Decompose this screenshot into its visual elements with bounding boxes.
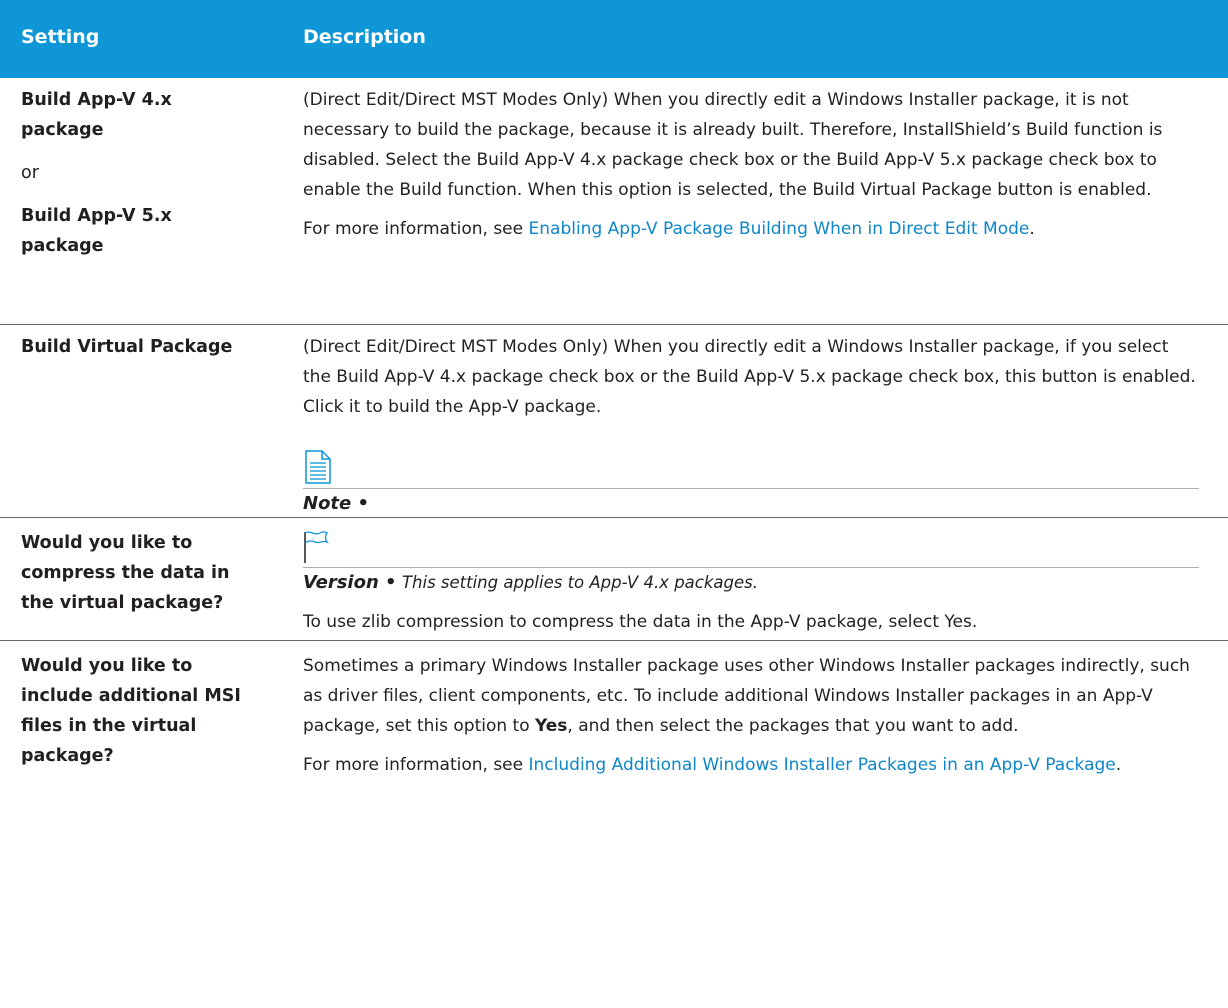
description-text: Sometimes a primary Windows Installer pa… <box>303 651 1199 741</box>
setting-name: Would you like to compress the data in t… <box>21 533 230 613</box>
setting-name: Build Virtual Package <box>21 337 233 357</box>
more-info-prefix: For more information, see <box>303 755 529 775</box>
description-text: (Direct Edit/Direct MST Modes Only) When… <box>303 90 1163 200</box>
setting-name: Build App-V 4.x package <box>21 90 172 140</box>
header-setting: Setting <box>21 26 100 48</box>
setting-name: Build App-V 5.x package <box>21 206 172 256</box>
description-cell: Sometimes a primary Windows Installer pa… <box>303 651 1199 780</box>
description-cell: (Direct Edit/Direct MST Modes Only) When… <box>303 332 1199 422</box>
description-cell: Version • This setting applies to App-V … <box>303 568 1199 637</box>
including-additional-packages-link[interactable]: Including Additional Windows Installer P… <box>529 755 1116 775</box>
description-text-part: , and then select the packages that you … <box>567 716 1019 736</box>
description-bold-yes: Yes <box>535 716 568 736</box>
flag-icon <box>303 530 329 569</box>
table-row: Would you like to compress the data in t… <box>0 518 1228 641</box>
version-label: Version • <box>303 572 397 593</box>
version-text: This setting applies to App-V 4.x packag… <box>401 573 758 592</box>
description-cell: (Direct Edit/Direct MST Modes Only) When… <box>303 85 1199 244</box>
more-info-suffix: . <box>1115 755 1122 775</box>
table-row: Build Virtual Package (Direct Edit/Direc… <box>0 325 1228 518</box>
description-text: (Direct Edit/Direct MST Modes Only) When… <box>303 337 1196 417</box>
more-info-prefix: For more information, see <box>303 219 529 239</box>
table-row: Would you like to include additional MSI… <box>0 641 1228 1008</box>
note-icon <box>305 450 331 489</box>
setting-cell: Build App-V 4.x package or Build App-V 5… <box>21 85 276 261</box>
header-description: Description <box>303 26 426 48</box>
table-header: Setting Description <box>0 0 1228 78</box>
setting-or: or <box>21 163 39 183</box>
more-info-suffix: . <box>1029 219 1035 239</box>
enabling-app-v-link[interactable]: Enabling App-V Package Building When in … <box>529 219 1030 239</box>
setting-cell: Build Virtual Package <box>21 332 276 362</box>
table-row: Build App-V 4.x package or Build App-V 5… <box>0 78 1228 325</box>
setting-name: Would you like to include additional MSI… <box>21 656 241 766</box>
description-more-info: For more information, see Enabling App-V… <box>303 214 1199 244</box>
setting-cell: Would you like to compress the data in t… <box>21 528 261 618</box>
description-text: To use zlib compression to compress the … <box>303 612 978 632</box>
note-label: Note • <box>303 493 370 514</box>
version-line: Version • This setting applies to App-V … <box>303 568 1199 598</box>
setting-cell: Would you like to include additional MSI… <box>21 651 266 771</box>
description-more-info: For more information, see Including Addi… <box>303 750 1199 780</box>
note-divider <box>303 488 1199 489</box>
